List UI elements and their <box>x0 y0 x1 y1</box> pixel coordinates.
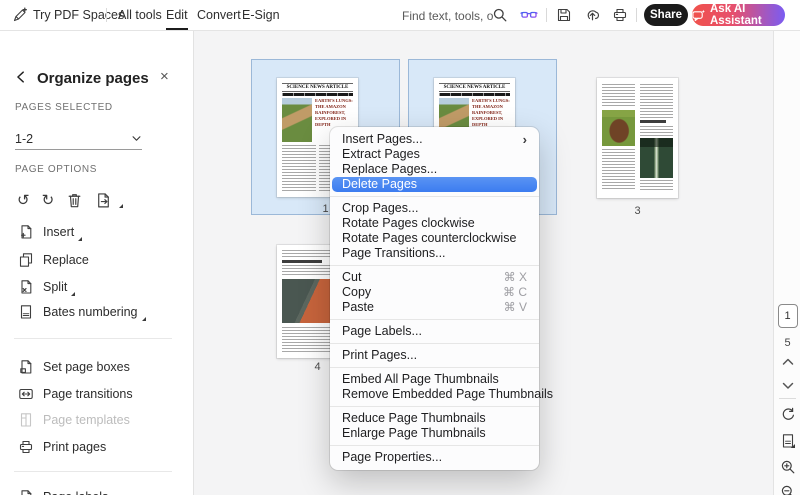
tab-e-sign[interactable]: E-Sign <box>242 0 280 30</box>
tab-all-tools[interactable]: All tools <box>118 0 162 30</box>
menu-item-rotate-clockwise[interactable]: Rotate Pages clockwise <box>330 216 539 231</box>
save-icon[interactable] <box>556 7 572 23</box>
try-pdf-spaces-button[interactable]: Try PDF Spaces <box>33 0 124 30</box>
sidebar-item-page-transitions[interactable]: Page transitions <box>18 384 133 404</box>
print-icon[interactable] <box>612 7 628 23</box>
back-icon[interactable] <box>14 70 28 84</box>
menu-separator <box>330 406 539 407</box>
page-tools-icon[interactable] <box>774 433 800 449</box>
toolbar-divider <box>546 8 547 22</box>
menu-item-embed-all-thumbnails[interactable]: Embed All Page Thumbnails <box>330 372 539 387</box>
top-toolbar: Try PDF Spaces All tools Edit Convert E-… <box>0 0 800 31</box>
menu-item-page-properties[interactable]: Page Properties... <box>330 450 539 465</box>
menu-separator <box>330 367 539 368</box>
sidebar-item-page-labels[interactable]: Page labels <box>18 487 108 495</box>
acrobat-app: Try PDF Spaces All tools Edit Convert E-… <box>0 0 800 495</box>
menu-item-replace-pages[interactable]: Replace Pages... <box>330 162 539 177</box>
menu-item-copy[interactable]: Copy ⌘ C <box>330 285 539 300</box>
cattle-photo <box>602 110 635 146</box>
menu-item-remove-embedded-thumbnails[interactable]: Remove Embedded Page Thumbnails <box>330 387 553 402</box>
extract-page-icon[interactable] <box>95 192 112 209</box>
undo-icon[interactable]: ↺ <box>17 192 30 209</box>
menu-item-page-labels[interactable]: Page Labels... <box>330 324 539 339</box>
page-3-thumbnail[interactable] <box>597 78 678 198</box>
right-rail: 5 <box>773 30 800 495</box>
zoom-out-icon[interactable] <box>774 484 800 495</box>
menu-separator <box>330 196 539 197</box>
menu-item-print-pages[interactable]: Print Pages... <box>330 348 539 363</box>
sidebar-divider <box>14 471 172 472</box>
menu-item-enlarge-thumbnails[interactable]: Enlarge Page Thumbnails <box>330 426 539 441</box>
menu-separator <box>330 319 539 320</box>
menu-separator <box>330 445 539 446</box>
sidebar-item-page-templates: Page templates <box>18 410 130 430</box>
menu-item-insert-pages[interactable]: Insert Pages... › <box>330 132 539 147</box>
delete-page-icon[interactable] <box>66 192 83 209</box>
current-page-input[interactable] <box>777 304 798 328</box>
menu-item-paste[interactable]: Paste ⌘ V <box>330 300 539 315</box>
newspaper-masthead: SCIENCE NEWS ARTICLE <box>282 83 353 92</box>
liquid-mode-glasses-icon[interactable] <box>520 7 538 23</box>
pages-selected-label: PAGES SELECTED <box>15 102 113 113</box>
amazon-river-photo <box>282 98 312 142</box>
search-input[interactable] <box>400 6 496 26</box>
zoom-in-icon[interactable] <box>774 459 800 475</box>
sidebar-item-insert[interactable]: Insert <box>18 222 83 242</box>
menu-item-reduce-thumbnails[interactable]: Reduce Page Thumbnails <box>330 411 539 426</box>
upload-cloud-icon[interactable] <box>584 6 601 23</box>
sidebar-item-split[interactable]: Split <box>18 277 76 297</box>
sidebar-item-set-page-boxes[interactable]: Set page boxes <box>18 357 130 377</box>
search-icon[interactable] <box>492 7 508 23</box>
menu-separator <box>330 343 539 344</box>
share-button[interactable]: Share <box>644 4 688 26</box>
ask-ai-assistant-button[interactable]: Ask AI Assistant <box>692 3 785 27</box>
menu-item-cut[interactable]: Cut ⌘ X <box>330 270 539 285</box>
sidebar-divider <box>14 338 172 339</box>
organize-pages-panel: Organize pages × PAGES SELECTED 1-2 PAGE… <box>0 30 194 495</box>
toolbar-divider <box>636 8 637 22</box>
panel-title: Organize pages <box>37 69 149 87</box>
pages-selected-dropdown[interactable]: 1-2 <box>15 128 142 150</box>
total-pages-label: 5 <box>784 337 791 349</box>
page-context-menu: Insert Pages... › Extract Pages Replace P… <box>330 127 553 470</box>
previous-page-icon[interactable] <box>774 358 800 366</box>
extract-dropdown-corner <box>119 204 124 208</box>
toolbar-divider <box>106 8 107 22</box>
sidebar-item-replace[interactable]: Replace <box>18 250 89 270</box>
page-3-label: 3 <box>634 205 641 217</box>
menu-item-crop-pages[interactable]: Crop Pages... <box>330 201 539 216</box>
try-pdf-spaces-label: Try PDF Spaces <box>33 8 125 22</box>
tab-convert[interactable]: Convert <box>197 0 241 30</box>
rotate-view-icon[interactable] <box>774 406 800 422</box>
redo-icon[interactable]: ↻ <box>42 192 55 209</box>
menu-item-extract-pages[interactable]: Extract Pages <box>330 147 539 162</box>
next-page-icon[interactable] <box>774 382 800 390</box>
chevron-down-icon <box>131 133 142 144</box>
pdf-spaces-icon <box>12 7 28 23</box>
menu-item-page-transitions[interactable]: Page Transitions... <box>330 246 539 261</box>
tab-edit[interactable]: Edit <box>166 0 188 30</box>
menu-item-delete-pages[interactable]: Delete Pages <box>332 177 537 192</box>
submenu-arrow-icon: › <box>522 132 527 147</box>
page-options-label: PAGE OPTIONS <box>15 164 98 175</box>
rail-divider <box>779 398 796 399</box>
sidebar-item-bates-numbering[interactable]: Bates numbering <box>18 302 146 322</box>
waterfall-photo <box>640 138 673 178</box>
sidebar-item-print-pages[interactable]: Print pages <box>18 437 106 457</box>
ai-chat-icon <box>692 9 705 22</box>
menu-separator <box>330 265 539 266</box>
newspaper-masthead: SCIENCE NEWS ARTICLE <box>439 83 510 92</box>
close-panel-icon[interactable]: × <box>160 69 169 84</box>
menu-item-rotate-counterclockwise[interactable]: Rotate Pages counterclockwise <box>330 231 539 246</box>
